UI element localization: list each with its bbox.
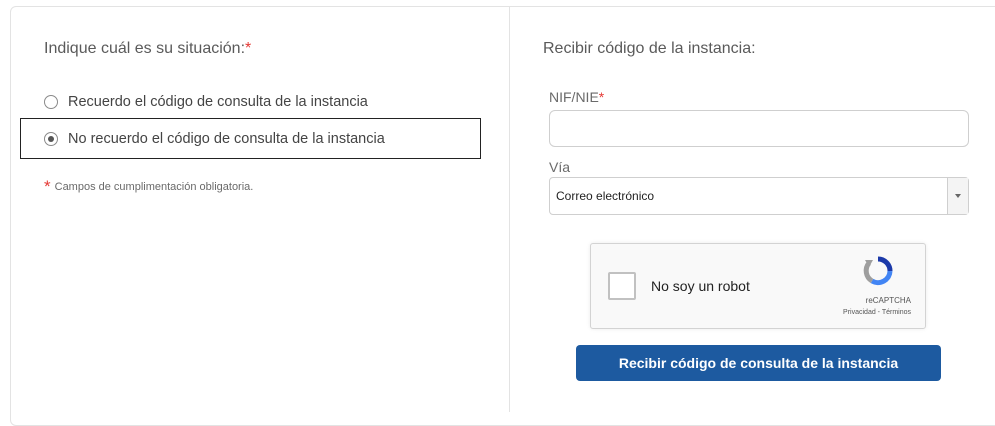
option-remember-code[interactable]: Recuerdo el código de consulta de la ins… bbox=[44, 94, 368, 110]
required-note-text: Campos de cumplimentación obligatoria. bbox=[54, 180, 254, 193]
column-divider bbox=[509, 6, 510, 412]
via-selected-value: Correo electrónico bbox=[556, 189, 655, 203]
recaptcha-widget: No soy un robot reCAPTCHA Privacidad - T… bbox=[590, 243, 926, 329]
nif-input[interactable] bbox=[549, 110, 969, 147]
recaptcha-checkbox[interactable] bbox=[608, 272, 636, 300]
chevron-down-icon[interactable] bbox=[947, 178, 968, 214]
receive-code-button[interactable]: Recibir código de consulta de la instanc… bbox=[576, 345, 941, 381]
situation-title-text: Indique cuál es su situación: bbox=[44, 40, 246, 57]
radio-forgot[interactable] bbox=[44, 132, 58, 146]
via-label: Vía bbox=[549, 159, 571, 175]
required-note: * Campos de cumplimentación obligatoria. bbox=[44, 178, 253, 195]
via-select[interactable]: Correo electrónico bbox=[549, 177, 969, 215]
nif-label: NIF/NIE* bbox=[549, 89, 604, 105]
option-remember-label: Recuerdo el código de consulta de la ins… bbox=[68, 94, 368, 110]
receive-title: Recibir código de la instancia: bbox=[543, 40, 756, 57]
option-forgot-label: No recuerdo el código de consulta de la … bbox=[68, 131, 385, 147]
recaptcha-terms-link[interactable]: Privacidad - Términos bbox=[843, 309, 911, 316]
situation-title: Indique cuál es su situación:* bbox=[44, 40, 251, 58]
radio-remember[interactable] bbox=[44, 95, 58, 109]
required-note-mark: * bbox=[44, 177, 51, 196]
nif-label-text: NIF/NIE bbox=[549, 89, 599, 105]
nif-required-mark: * bbox=[598, 89, 605, 105]
recaptcha-logo-icon bbox=[863, 256, 893, 286]
option-forgot-code[interactable]: No recuerdo el código de consulta de la … bbox=[44, 131, 385, 147]
required-mark: * bbox=[245, 40, 252, 57]
recaptcha-brand: reCAPTCHA bbox=[865, 296, 911, 305]
recaptcha-label: No soy un robot bbox=[651, 278, 750, 294]
